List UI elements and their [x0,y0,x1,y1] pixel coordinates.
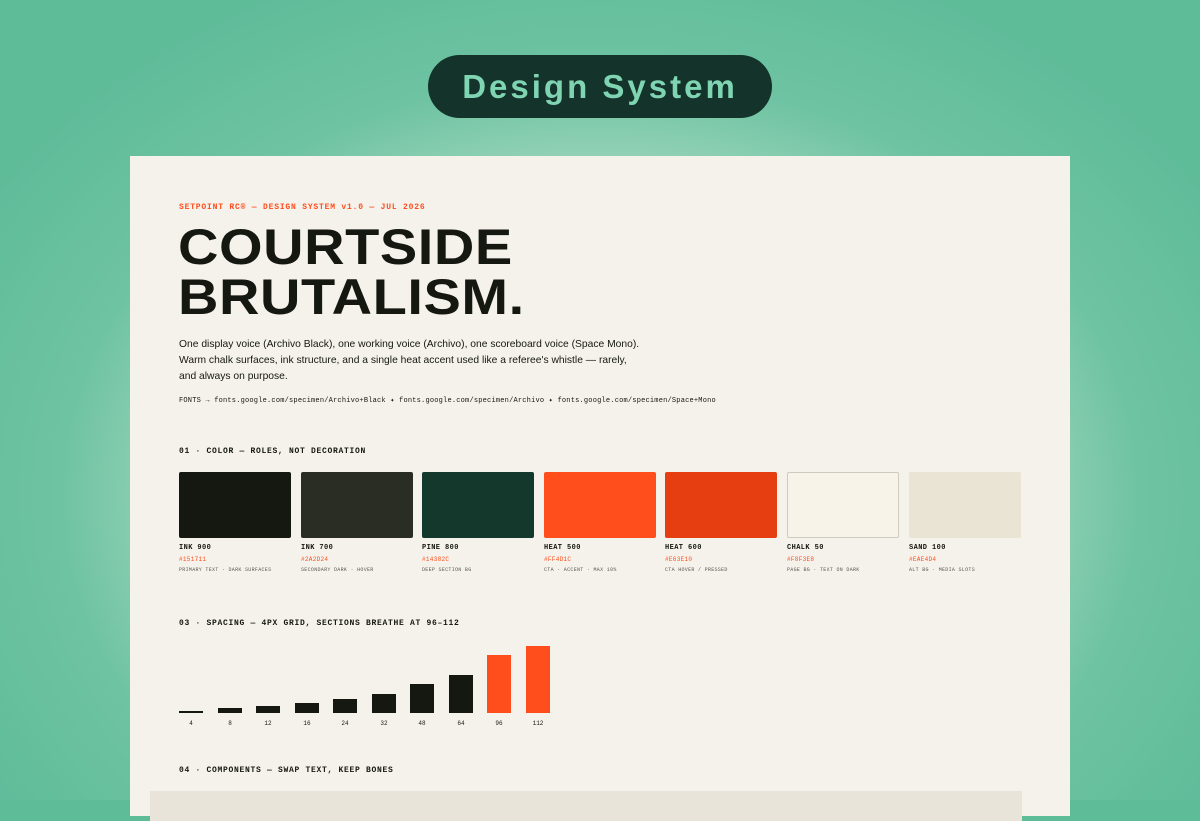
spacing-label-24: 24 [341,720,349,727]
eyebrow-text: SETPOINT RC® — DESIGN SYSTEM v1.0 — JUL … [179,203,426,212]
spacing-label-32: 32 [380,720,388,727]
swatch-heat-500: HEAT 500 #FF4D1C CTA · ACCENT · MAX 10% [544,472,656,573]
swatch-role: CTA HOVER / PRESSED [665,567,728,573]
intro-paragraph: One display voice (Archivo Black), one w… [179,339,640,382]
swatch-hex: #E63E10 [665,556,693,563]
components-section-title: 04 · COMPONENTS — SWAP TEXT, KEEP BONES [179,766,394,775]
swatch-chip [179,472,291,538]
spacing-bar-16 [295,703,319,713]
swatch-name: INK 700 [301,544,334,552]
swatch-ink-900: INK 900 #151711 PRIMARY TEXT · DARK SURF… [179,472,291,573]
components-panel [150,791,1022,821]
swatch-hex: #EAE4D4 [909,556,937,563]
swatch-pine-800: PINE 800 #14382C DEEP SECTION BG [422,472,534,573]
spacing-bar-32 [372,694,396,713]
spacing-section-title: 03 · SPACING — 4PX GRID, SECTIONS BREATH… [179,619,460,628]
headline-line-1: COURTSIDE [178,219,513,275]
swatch-chip [544,472,656,538]
swatch-name: INK 900 [179,544,212,552]
spacing-label-112: 112 [532,720,544,727]
font-links: FONTS → fonts.google.com/specimen/Archiv… [179,397,716,405]
swatch-hex: #2A2D24 [301,556,329,563]
swatch-role: PRIMARY TEXT · DARK SURFACES [179,567,272,573]
spacing-bar-112 [526,646,550,713]
spacing-bar-64 [449,675,473,713]
swatch-ink-700: INK 700 #2A2D24 SECONDARY DARK · HOVER [301,472,413,573]
banner-title: Design System [462,67,738,105]
design-sheet: SETPOINT RC® — DESIGN SYSTEM v1.0 — JUL … [130,156,1070,821]
swatch-chalk-50: CHALK 50 #F8F3E8 PAGE BG · TEXT ON DARK [787,472,899,573]
swatch-hex: #151711 [179,556,207,563]
swatch-chip [301,472,413,538]
swatch-hex: #F8F3E8 [787,556,815,563]
swatch-sand-100: SAND 100 #EAE4D4 ALT BG · MEDIA SLOTS [909,472,1021,573]
swatch-name: CHALK 50 [787,544,824,552]
spacing-label-4: 4 [189,720,193,727]
color-section-title: 01 · COLOR — ROLES, NOT DECORATION [179,447,367,456]
headline-line-2: BRUTALISM. [178,269,525,325]
spacing-label-96: 96 [495,720,503,727]
swatch-hex: #14382C [422,556,450,563]
spacing-label-48: 48 [418,720,426,727]
swatch-name: HEAT 600 [665,544,702,552]
swatch-role: PAGE BG · TEXT ON DARK [787,567,860,573]
spacing-bar-96 [487,655,511,713]
spacing-bar-8 [218,708,242,713]
swatch-role: ALT BG · MEDIA SLOTS [909,567,976,573]
design-system-banner: Design System [428,55,772,118]
spacing-label-64: 64 [457,720,465,727]
swatch-chip [787,472,899,538]
swatch-hex: #FF4D1C [544,556,572,563]
spacing-label-8: 8 [228,720,232,727]
spacing-scale: 4 8 12 16 24 32 48 64 96 112 [179,636,579,731]
swatch-role: DEEP SECTION BG [422,567,472,573]
spacing-label-16: 16 [303,720,311,727]
spacing-bar-12 [256,706,280,713]
swatch-chip [909,472,1021,538]
swatch-role: CTA · ACCENT · MAX 10% [544,567,617,573]
swatch-heat-600: HEAT 600 #E63E10 CTA HOVER / PRESSED [665,472,777,573]
spacing-bar-4 [179,711,203,713]
color-swatch-row: INK 900 #151711 PRIMARY TEXT · DARK SURF… [179,472,1022,582]
swatch-chip [422,472,534,538]
spacing-label-12: 12 [264,720,272,727]
spacing-bar-48 [410,684,434,713]
swatch-name: PINE 800 [422,544,459,552]
swatch-name: SAND 100 [909,544,946,552]
swatch-role: SECONDARY DARK · HOVER [301,567,374,573]
swatch-chip [665,472,777,538]
page-title: COURTSIDE BRUTALISM. [178,222,525,322]
spacing-bar-24 [333,699,357,713]
swatch-name: HEAT 500 [544,544,581,552]
